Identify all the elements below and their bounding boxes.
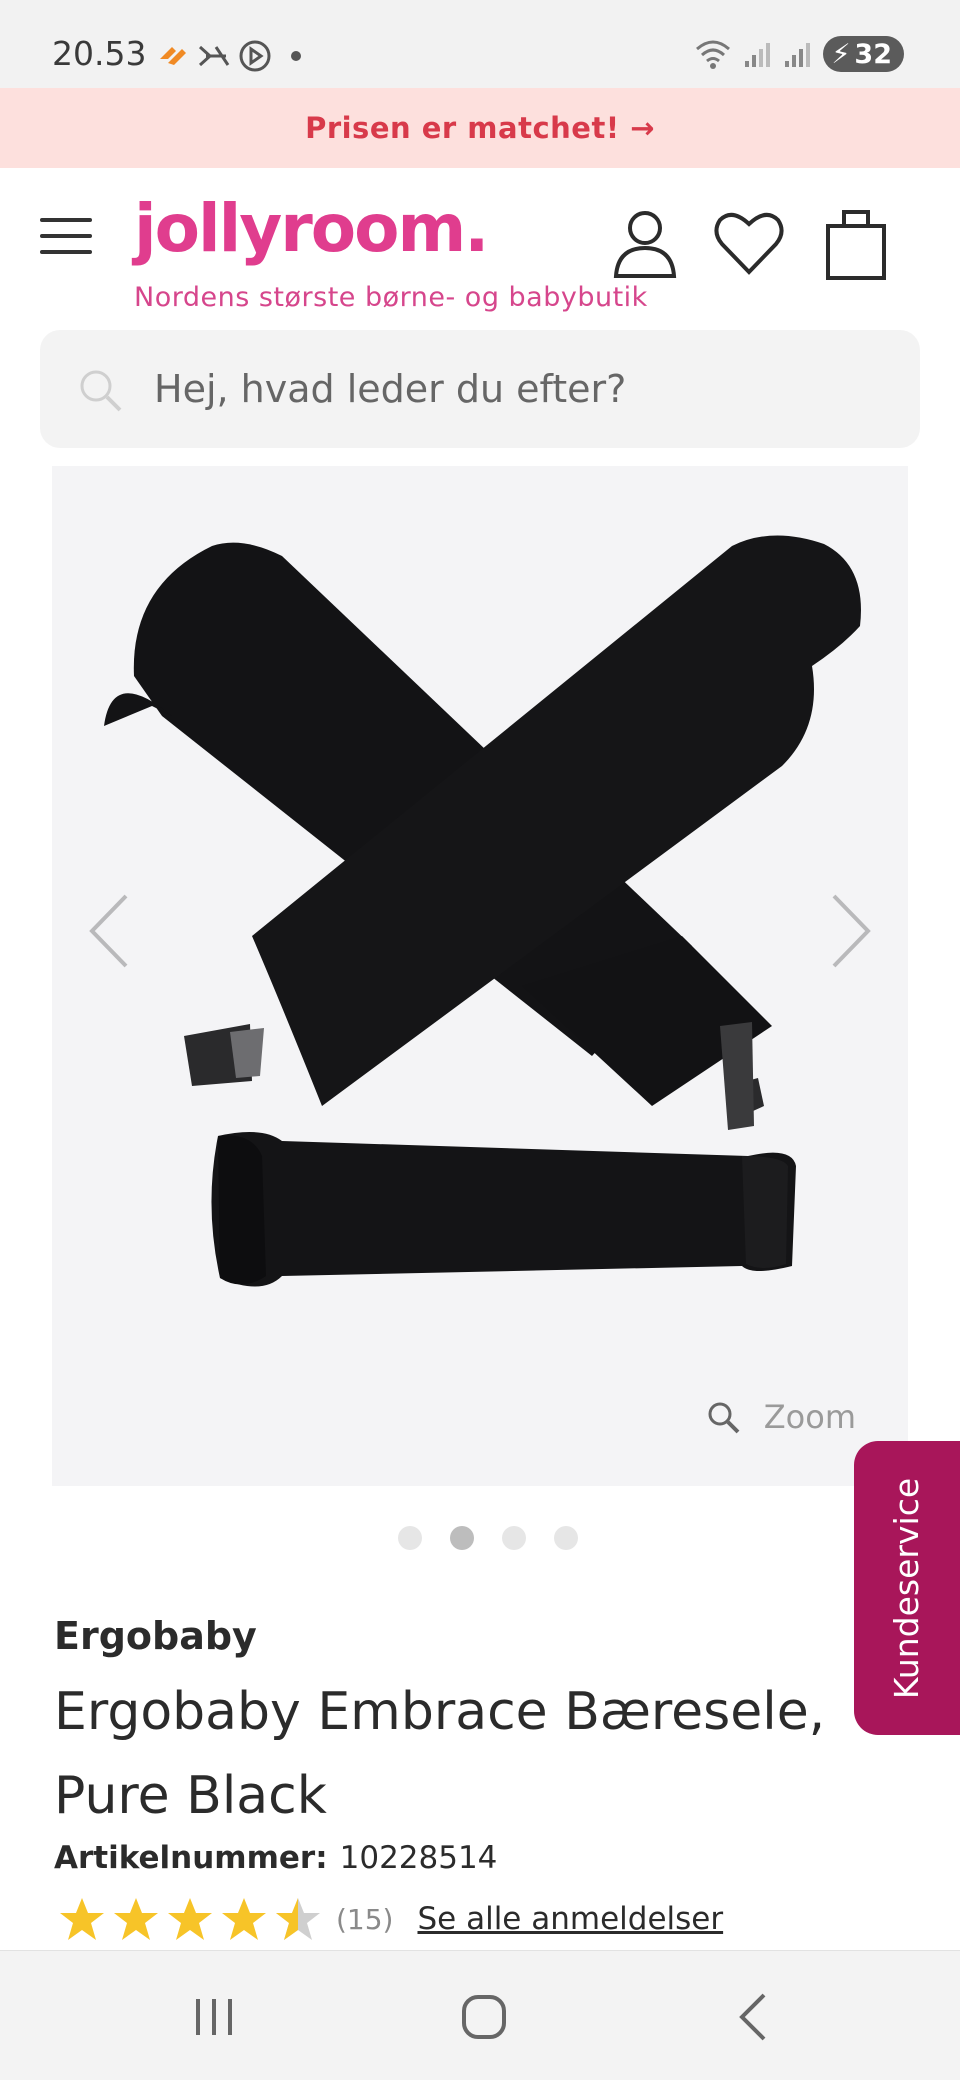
see-all-reviews-link[interactable]: Se alle anmeldelser: [417, 1901, 723, 1937]
kundeservice-label: Kundeservice: [887, 1477, 927, 1699]
previous-image-arrow-icon[interactable]: [78, 886, 138, 976]
app-notification-icon: [160, 47, 186, 65]
status-icons-right: ⚡ 32: [693, 36, 904, 72]
zoom-icon: [708, 1402, 740, 1434]
media-icon: [239, 40, 271, 72]
carousel-dots: [398, 1526, 578, 1550]
home-icon[interactable]: [454, 1987, 514, 2047]
signal-icon: [745, 43, 771, 67]
star-icon: [222, 1898, 266, 1940]
menu-button[interactable]: [40, 218, 96, 258]
article-value: 10228514: [339, 1840, 498, 1876]
carousel-dot[interactable]: [554, 1526, 578, 1550]
bag-icon[interactable]: [818, 204, 896, 282]
carousel-dot[interactable]: [398, 1526, 422, 1550]
product-title: Ergobaby Embrace Bæresele, Pure Black: [54, 1682, 826, 1826]
product-image[interactable]: [52, 466, 908, 1486]
product-rating[interactable]: (15) Se alle anmeldelser: [58, 1896, 723, 1942]
signal-icon: [785, 43, 811, 67]
star-icon: [168, 1898, 212, 1940]
carousel-dot-active[interactable]: [450, 1526, 474, 1550]
carousel-dot[interactable]: [502, 1526, 526, 1550]
system-navigation-bar: [0, 1950, 960, 2080]
back-icon[interactable]: [724, 1987, 784, 2047]
recents-icon[interactable]: [184, 1987, 244, 2047]
mute-icon: [198, 45, 230, 67]
next-image-arrow-icon[interactable]: [822, 886, 882, 976]
product-brand[interactable]: Ergobaby: [54, 1614, 257, 1658]
menu-icon: [40, 218, 92, 222]
article-label: Artikelnummer:: [54, 1840, 328, 1876]
wifi-icon: [696, 40, 731, 69]
star-icon: [114, 1898, 158, 1940]
battery-level: 32: [854, 38, 892, 70]
product-gallery[interactable]: Zoom: [52, 466, 908, 1486]
zoom-label: Zoom: [763, 1398, 856, 1436]
status-icons-left: [156, 36, 308, 76]
site-header: jollyroom. Nordens største børne- og bab…: [0, 168, 960, 318]
tagline: Nordens største børne- og babybutik: [134, 282, 648, 313]
search-bar[interactable]: [40, 330, 920, 448]
zoom-button[interactable]: Zoom: [706, 1398, 856, 1436]
article-number: Artikelnummer: 10228514: [54, 1840, 497, 1876]
promo-text[interactable]: Prisen er matchet! →: [305, 111, 655, 145]
promo-banner[interactable]: Prisen er matchet! →: [0, 88, 960, 168]
half-star-icon: [276, 1898, 320, 1940]
star-icon: [60, 1898, 104, 1940]
dot-icon: [291, 51, 301, 61]
heart-icon[interactable]: [710, 204, 788, 282]
search-input[interactable]: [154, 358, 894, 420]
logo[interactable]: jollyroom.: [134, 190, 489, 267]
battery-icon: ⚡ 32: [823, 36, 904, 72]
review-count: (15): [336, 1902, 394, 1936]
search-icon: [80, 370, 122, 412]
user-icon[interactable]: [606, 204, 684, 282]
status-bar: 20.53 ⚡ 32: [0, 0, 960, 88]
status-time: 20.53: [52, 34, 147, 73]
